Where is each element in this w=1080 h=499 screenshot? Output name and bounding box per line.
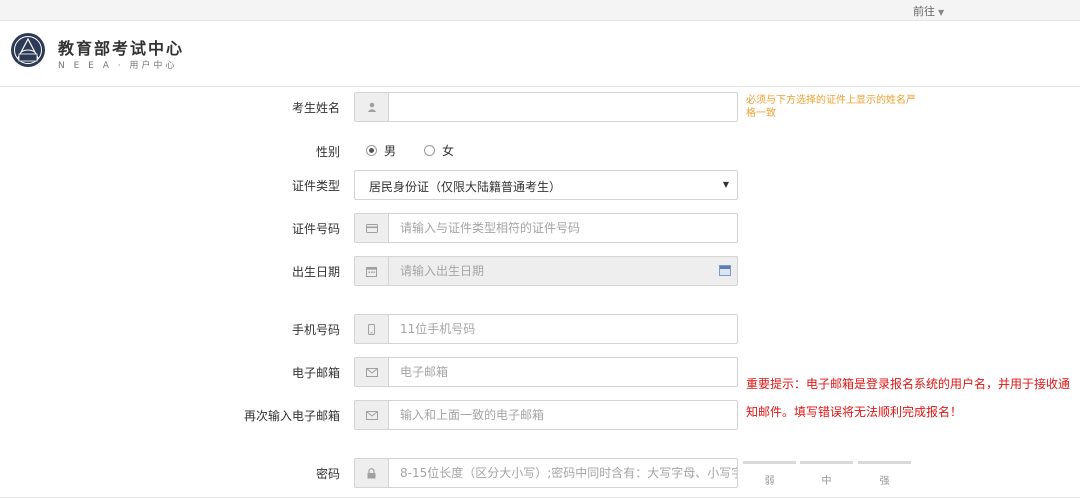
- name-label: 考生姓名: [291, 101, 340, 115]
- lock-icon: [355, 459, 389, 487]
- credit-card-icon: [355, 214, 389, 242]
- strength-bar: [800, 461, 853, 464]
- footer-divider: [0, 497, 1080, 498]
- dropdown-arrow-icon: ▼: [722, 180, 729, 189]
- id-number-label: 证件号码: [291, 222, 340, 236]
- id-number-input[interactable]: [390, 214, 737, 242]
- email-input[interactable]: [390, 358, 737, 386]
- email-confirm-input-group: [354, 400, 738, 430]
- gender-male-label: 男: [384, 144, 397, 158]
- phone-row: 手机号码: [0, 314, 1080, 344]
- password-input-group: [354, 458, 738, 488]
- gender-row: 性别 男 女: [0, 136, 1080, 166]
- radio-checked-icon: [366, 145, 377, 156]
- id-type-select[interactable]: 居民身份证（仅限大陆籍普通考生） ▼: [354, 170, 738, 200]
- id-number-row: 证件号码: [0, 213, 1080, 243]
- brand-subtitle: N E E A · 用户中心: [58, 61, 178, 71]
- id-type-row: 证件类型 居民身份证（仅限大陆籍普通考生） ▼: [0, 170, 1080, 200]
- birthdate-input[interactable]: [390, 257, 737, 285]
- date-picker-icon[interactable]: [719, 265, 731, 276]
- phone-input[interactable]: [390, 315, 737, 343]
- gender-radio-group: 男 女: [366, 142, 482, 159]
- strength-weak-label: 弱: [764, 476, 775, 487]
- email-confirm-label: 再次输入电子邮箱: [243, 409, 340, 423]
- mobile-phone-icon: [355, 315, 389, 343]
- strength-strong-label: 强: [879, 476, 890, 487]
- calendar-icon: [355, 257, 389, 285]
- name-hint: 必须与下方选择的证件上显示的姓名严格一致: [746, 95, 916, 119]
- envelope-icon: [355, 358, 389, 386]
- password-input[interactable]: [390, 459, 737, 487]
- top-bar: 前往 ▼: [0, 0, 1080, 21]
- birthdate-row: 出生日期: [0, 256, 1080, 286]
- header: 教育部考试中心 N E E A · 用户中心: [0, 21, 1080, 87]
- strength-medium: 中: [800, 461, 853, 491]
- strength-weak: 弱: [743, 461, 796, 491]
- user-icon: [355, 93, 389, 121]
- birthdate-label: 出生日期: [291, 265, 340, 279]
- radio-unchecked-icon: [424, 145, 436, 156]
- gender-male-radio[interactable]: 男: [366, 142, 396, 159]
- strength-strong: 强: [858, 461, 911, 491]
- password-label: 密码: [315, 467, 340, 481]
- gender-female-radio[interactable]: 女: [424, 142, 454, 159]
- name-input[interactable]: [390, 93, 737, 121]
- birthdate-input-group: [354, 256, 738, 286]
- id-type-label: 证件类型: [291, 179, 340, 193]
- phone-input-group: [354, 314, 738, 344]
- email-label: 电子邮箱: [291, 366, 340, 380]
- gender-female-label: 女: [442, 144, 455, 158]
- email-important-hint: 重要提示：电子邮箱是登录报名系统的用户名，并用于接收通知邮件。填写错误将无法顺利…: [746, 377, 1071, 419]
- name-input-group: [354, 92, 738, 122]
- id-type-value: 居民身份证（仅限大陆籍普通考生）: [369, 180, 562, 194]
- brand-title: 教育部考试中心: [58, 39, 185, 58]
- password-row: 密码: [0, 458, 1080, 488]
- strength-bar: [858, 461, 911, 464]
- id-number-input-group: [354, 213, 738, 243]
- email-input-group: [354, 357, 738, 387]
- goto-label: 前往: [913, 5, 935, 18]
- caret-down-icon: ▼: [938, 8, 945, 17]
- name-row: 考生姓名: [0, 92, 1080, 122]
- strength-bar: [743, 461, 796, 464]
- phone-label: 手机号码: [291, 323, 340, 337]
- neea-logo-icon: [11, 33, 45, 67]
- gender-label: 性别: [315, 145, 340, 159]
- goto-dropdown[interactable]: 前往 ▼: [913, 3, 944, 19]
- email-confirm-input[interactable]: [390, 401, 737, 429]
- envelope-icon: [355, 401, 389, 429]
- strength-medium-label: 中: [821, 476, 832, 487]
